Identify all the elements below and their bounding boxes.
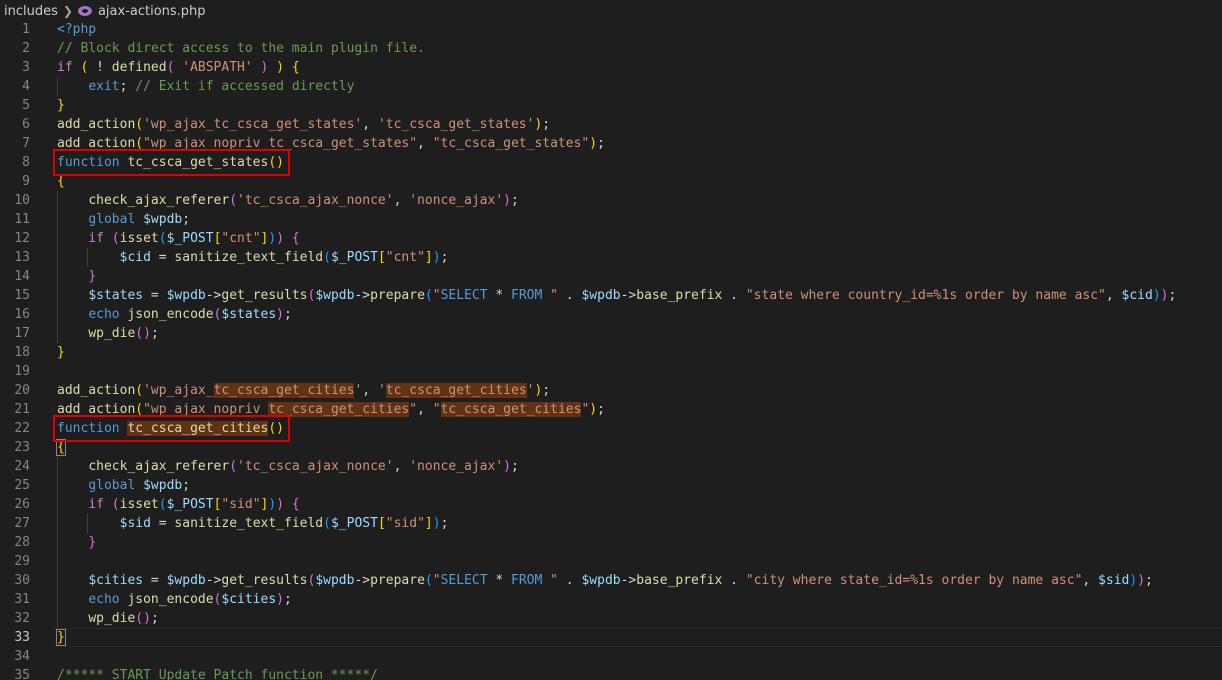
line-number: 12 bbox=[14, 231, 30, 246]
code-line[interactable]: 14 } bbox=[0, 267, 1222, 286]
line-number: 34 bbox=[14, 649, 30, 664]
code-text[interactable]: echo json_encode($states); bbox=[57, 305, 292, 324]
code-text[interactable]: } bbox=[56, 628, 66, 647]
line-number: 21 bbox=[14, 402, 30, 417]
code-line[interactable]: 18} bbox=[0, 343, 1222, 362]
line-number: 17 bbox=[14, 326, 30, 341]
code-line[interactable]: 27 $sid = sanitize_text_field($_POST["si… bbox=[0, 514, 1222, 533]
code-text[interactable]: check_ajax_referer('tc_csca_ajax_nonce',… bbox=[57, 191, 519, 210]
code-text[interactable]: $cid = sanitize_text_field($_POST["cnt"]… bbox=[57, 248, 449, 267]
code-line[interactable]: 24 check_ajax_referer('tc_csca_ajax_nonc… bbox=[0, 457, 1222, 476]
code-line[interactable]: 12 if (isset($_POST["cnt"])) { bbox=[0, 229, 1222, 248]
line-number: 33 bbox=[14, 630, 30, 645]
code-text[interactable]: } bbox=[57, 96, 65, 115]
code-line[interactable]: 13 $cid = sanitize_text_field($_POST["cn… bbox=[0, 248, 1222, 267]
code-line[interactable]: 31 echo json_encode($cities); bbox=[0, 590, 1222, 609]
line-number: 24 bbox=[14, 459, 30, 474]
line-number: 28 bbox=[14, 535, 30, 550]
line-number: 25 bbox=[14, 478, 30, 493]
code-line[interactable]: 19 bbox=[0, 362, 1222, 381]
code-line[interactable]: 34 bbox=[0, 647, 1222, 666]
code-text[interactable]: } bbox=[57, 533, 96, 552]
code-text[interactable]: wp_die(); bbox=[57, 324, 158, 343]
code-text[interactable]: wp_die(); bbox=[57, 609, 158, 628]
php-elephant-icon bbox=[77, 6, 92, 16]
code-text[interactable]: } bbox=[57, 267, 96, 286]
code-text[interactable]: if (isset($_POST["cnt"])) { bbox=[57, 229, 299, 248]
breadcrumb-file[interactable]: ajax-actions.php bbox=[98, 4, 206, 19]
code-text[interactable]: if (isset($_POST["sid"])) { bbox=[57, 495, 299, 514]
code-line[interactable]: 1 <?php bbox=[0, 20, 1222, 39]
chevron-right-icon: ❯ bbox=[62, 4, 73, 18]
line-number: 18 bbox=[14, 345, 30, 360]
code-line[interactable]: 30 $cities = $wpdb->get_results($wpdb->p… bbox=[0, 571, 1222, 590]
line-number: 3 bbox=[22, 60, 30, 75]
code-line[interactable]: 2 // Block direct access to the main plug… bbox=[0, 39, 1222, 58]
code-line[interactable]: 3 if ( ! defined( 'ABSPATH' ) ) { bbox=[0, 58, 1222, 77]
line-number: 29 bbox=[14, 554, 30, 569]
code-line[interactable]: 6 add_action('wp_ajax_tc_csca_get_states'… bbox=[0, 115, 1222, 134]
line-number: 22 bbox=[14, 421, 30, 436]
code-text[interactable]: global $wpdb; bbox=[57, 476, 190, 495]
red-highlight-box bbox=[53, 415, 290, 442]
code-line[interactable]: 32 wp_die(); bbox=[0, 609, 1222, 628]
code-editor[interactable]: 1 <?php 2 // Block direct access to the mai… bbox=[0, 20, 1222, 680]
code-text[interactable]: add_action('wp_ajax_tc_csca_get_cities',… bbox=[57, 381, 550, 400]
code-line[interactable]: 16 echo json_encode($states); bbox=[0, 305, 1222, 324]
code-text[interactable]: $states = $wpdb->get_results($wpdb->prep… bbox=[57, 286, 1176, 305]
breadcrumb: includes ❯ ajax-actions.php bbox=[0, 0, 1222, 22]
line-number: 14 bbox=[14, 269, 30, 284]
line-number: 19 bbox=[14, 364, 30, 379]
red-highlight-box bbox=[53, 149, 290, 176]
code-text[interactable]: global $wpdb; bbox=[57, 210, 190, 229]
line-number: 7 bbox=[22, 136, 30, 151]
code-line[interactable]: 28 } bbox=[0, 533, 1222, 552]
code-text[interactable]: add_action('wp_ajax_tc_csca_get_states',… bbox=[57, 115, 550, 134]
code-line[interactable]: 10 check_ajax_referer('tc_csca_ajax_nonc… bbox=[0, 191, 1222, 210]
code-line[interactable]: 26 if (isset($_POST["sid"])) { bbox=[0, 495, 1222, 514]
code-line[interactable]: 35 /***** START Update Patch function ***… bbox=[0, 666, 1222, 680]
code-line[interactable]: 20 add_action('wp_ajax_tc_csca_get_cities… bbox=[0, 381, 1222, 400]
code-text[interactable]: // Block direct access to the main plugi… bbox=[57, 39, 425, 58]
code-line[interactable]: 11 global $wpdb; bbox=[0, 210, 1222, 229]
indent-guide bbox=[57, 552, 58, 571]
line-number: 4 bbox=[22, 79, 30, 94]
line-number: 16 bbox=[14, 307, 30, 322]
line-number: 23 bbox=[14, 440, 30, 455]
code-text[interactable]: } bbox=[57, 343, 65, 362]
code-line[interactable]: 4 exit; // Exit if accessed directly bbox=[0, 77, 1222, 96]
line-number: 5 bbox=[22, 98, 30, 113]
line-number: 1 bbox=[22, 22, 30, 37]
code-text[interactable]: $sid = sanitize_text_field($_POST["sid"]… bbox=[57, 514, 449, 533]
line-number: 26 bbox=[14, 497, 30, 512]
line-number: 20 bbox=[14, 383, 30, 398]
code-text[interactable]: echo json_encode($cities); bbox=[57, 590, 292, 609]
line-number: 2 bbox=[22, 41, 30, 56]
code-text[interactable]: <?php bbox=[57, 20, 96, 39]
line-number: 15 bbox=[14, 288, 30, 303]
code-line[interactable]: 15 $states = $wpdb->get_results($wpdb->p… bbox=[0, 286, 1222, 305]
code-text[interactable]: check_ajax_referer('tc_csca_ajax_nonce',… bbox=[57, 457, 519, 476]
line-number: 31 bbox=[14, 592, 30, 607]
breadcrumb-folder[interactable]: includes bbox=[4, 4, 58, 19]
line-number: 10 bbox=[14, 193, 30, 208]
line-number: 6 bbox=[22, 117, 30, 132]
line-number: 27 bbox=[14, 516, 30, 531]
line-number: 11 bbox=[14, 212, 30, 227]
code-line[interactable]: 25 global $wpdb; bbox=[0, 476, 1222, 495]
code-text[interactable]: exit; // Exit if accessed directly bbox=[57, 77, 354, 96]
code-line[interactable]: 17 wp_die(); bbox=[0, 324, 1222, 343]
code-text[interactable]: /***** START Update Patch function *****… bbox=[57, 666, 378, 680]
line-number: 32 bbox=[14, 611, 30, 626]
code-text[interactable]: $cities = $wpdb->get_results($wpdb->prep… bbox=[57, 571, 1153, 590]
code-line[interactable]: 29 bbox=[0, 552, 1222, 571]
code-text[interactable]: if ( ! defined( 'ABSPATH' ) ) { bbox=[57, 58, 300, 77]
code-line[interactable]: 5} bbox=[0, 96, 1222, 115]
line-number: 8 bbox=[22, 155, 30, 170]
line-number: 30 bbox=[14, 573, 30, 588]
line-number: 35 bbox=[14, 668, 30, 680]
code-line[interactable]: 33} bbox=[0, 628, 1222, 647]
line-number: 9 bbox=[22, 174, 30, 189]
line-number: 13 bbox=[14, 250, 30, 265]
